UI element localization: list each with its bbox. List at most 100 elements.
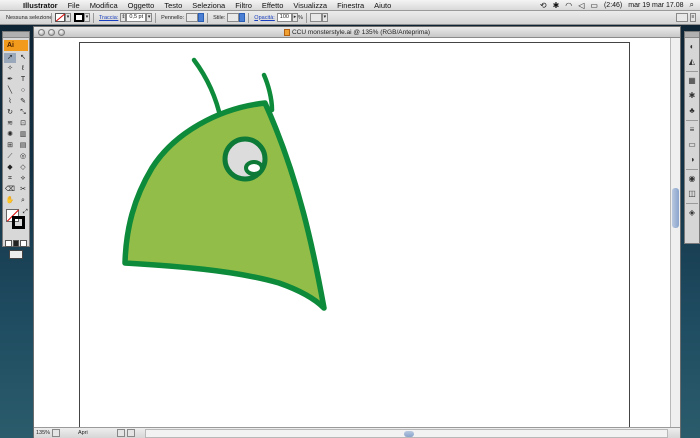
close-button[interactable] bbox=[38, 29, 45, 36]
document-title-bar[interactable]: CCU monsterstyle.ai @ 135% (RGB/Anteprim… bbox=[34, 27, 680, 38]
dock-grip[interactable] bbox=[685, 32, 699, 38]
stroke-weight-field[interactable]: 0,5 pt bbox=[126, 13, 147, 22]
zoom-button[interactable] bbox=[58, 29, 65, 36]
time-machine-icon[interactable]: ⟲ bbox=[540, 1, 547, 10]
eyedropper-tool-icon[interactable]: ⟋ bbox=[4, 152, 16, 162]
divider bbox=[305, 12, 307, 23]
horizontal-scroll-thumb[interactable] bbox=[404, 430, 414, 437]
ellipse-tool-icon[interactable]: ○ bbox=[17, 86, 29, 96]
scissors-tool-icon[interactable]: ✂ bbox=[17, 185, 29, 195]
zoom-dropdown[interactable] bbox=[52, 429, 60, 437]
live-paint-tool-icon[interactable]: ◆ bbox=[4, 163, 16, 173]
pencil-tool-icon[interactable]: ✎ bbox=[17, 97, 29, 107]
style-dropdown[interactable] bbox=[239, 13, 246, 22]
brush-picker[interactable] bbox=[186, 13, 199, 22]
warp-tool-icon[interactable]: ≋ bbox=[4, 119, 16, 129]
stroke-dropdown[interactable]: ▾ bbox=[84, 13, 90, 22]
menu-testo[interactable]: Testo bbox=[159, 1, 187, 10]
graphic-styles-icon[interactable]: ◫ bbox=[686, 188, 698, 200]
gradient-mode-icon[interactable] bbox=[12, 240, 20, 247]
sync-icon[interactable]: ✱ bbox=[553, 1, 560, 10]
direct-selection-tool-icon[interactable]: ↖ bbox=[17, 53, 29, 63]
swatches-icon[interactable]: ▦ bbox=[686, 75, 698, 87]
transparency-panel-icon[interactable]: ◑ bbox=[686, 154, 698, 166]
vertical-scroll-thumb[interactable] bbox=[672, 188, 679, 228]
fill-swatch[interactable] bbox=[55, 13, 65, 22]
status-dropdown[interactable] bbox=[117, 429, 125, 437]
menu-modifica[interactable]: Modifica bbox=[85, 1, 123, 10]
monster-artwork[interactable] bbox=[34, 38, 680, 427]
battery-icon[interactable]: ▭ bbox=[590, 1, 598, 10]
stroke-panel-icon[interactable]: ≡ bbox=[686, 124, 698, 136]
paintbrush-tool-icon[interactable]: ⌇ bbox=[4, 97, 16, 107]
menu-finestra[interactable]: Finestra bbox=[332, 1, 369, 10]
pen-tool-icon[interactable]: ✒ bbox=[4, 75, 16, 85]
gradient-panel-icon[interactable]: ▭ bbox=[686, 139, 698, 151]
scale-tool-icon[interactable]: ⤡ bbox=[17, 108, 29, 118]
transform-dropdown[interactable]: ▾ bbox=[321, 13, 328, 22]
transform-panel-button[interactable] bbox=[309, 13, 322, 22]
stroke-swatch[interactable] bbox=[74, 13, 84, 22]
brushes-icon[interactable]: ✱ bbox=[686, 90, 698, 102]
menu-oggetto[interactable]: Oggetto bbox=[123, 1, 160, 10]
layers-panel-icon[interactable]: ◈ bbox=[686, 207, 698, 219]
stroke-weight-dropdown[interactable]: ▾ bbox=[146, 13, 153, 22]
graph-tool-icon[interactable]: ▥ bbox=[17, 130, 29, 140]
panel-menu-icon[interactable]: ≡ bbox=[690, 13, 696, 22]
stroke-panel-link[interactable]: Traccia: bbox=[99, 15, 118, 21]
wifi-icon[interactable]: ◠ bbox=[565, 1, 572, 10]
free-transform-tool-icon[interactable]: ⊡ bbox=[17, 119, 29, 129]
volume-icon[interactable]: ◁ bbox=[578, 1, 584, 10]
canvas[interactable] bbox=[34, 38, 680, 427]
brush-dropdown[interactable] bbox=[198, 13, 205, 22]
color-guide-icon[interactable]: ◭ bbox=[686, 56, 698, 68]
opacity-field[interactable]: 100 bbox=[276, 13, 292, 22]
opacity-panel-link[interactable]: Opacità: bbox=[254, 15, 274, 21]
rotate-tool-icon[interactable]: ↻ bbox=[4, 108, 16, 118]
menu-aiuto[interactable]: Aiuto bbox=[369, 1, 396, 10]
magic-wand-tool-icon[interactable]: ✧ bbox=[4, 64, 16, 74]
menu-seleziona[interactable]: Seleziona bbox=[187, 1, 230, 10]
zoom-tool-icon[interactable]: ⌕ bbox=[17, 196, 29, 206]
menu-file[interactable]: File bbox=[63, 1, 85, 10]
selection-tool-icon[interactable]: ➚ bbox=[4, 53, 16, 63]
vertical-scrollbar[interactable] bbox=[670, 38, 680, 427]
minimize-button[interactable] bbox=[48, 29, 55, 36]
hand-tool-icon[interactable]: ✋ bbox=[4, 196, 16, 206]
lasso-tool-icon[interactable]: ℓ bbox=[17, 64, 29, 74]
zoom-level[interactable]: 135% bbox=[34, 430, 52, 436]
appearance-panel-icon[interactable]: ◉ bbox=[686, 173, 698, 185]
mesh-tool-icon[interactable]: ⊞ bbox=[4, 141, 16, 151]
screen-mode-icon[interactable] bbox=[9, 250, 23, 259]
live-paint-selection-tool-icon[interactable]: ◇ bbox=[17, 163, 29, 173]
battery-time[interactable]: (2:46) bbox=[604, 2, 622, 9]
menu-clock[interactable]: mar 19 mar 17.08 bbox=[628, 2, 683, 9]
symbol-sprayer-tool-icon[interactable]: ✺ bbox=[4, 130, 16, 140]
color-mode-icon[interactable] bbox=[5, 240, 12, 247]
swap-fill-stroke-icon[interactable]: ⤢ bbox=[23, 209, 28, 216]
tools-panel-grip[interactable] bbox=[3, 32, 29, 38]
menu-app-name[interactable]: Illustrator bbox=[18, 1, 63, 10]
status-menu-icon[interactable] bbox=[127, 429, 135, 437]
color-panel-icon[interactable]: ◐ bbox=[686, 41, 698, 53]
none-mode-icon[interactable] bbox=[20, 240, 28, 247]
menu-filtro[interactable]: Filtro bbox=[230, 1, 257, 10]
spotlight-icon[interactable]: ⌕ bbox=[690, 0, 694, 10]
eraser-tool-icon[interactable]: ⌫ bbox=[4, 185, 16, 195]
style-label: Stile: bbox=[213, 14, 226, 21]
type-tool-icon[interactable]: T bbox=[17, 75, 29, 85]
style-picker[interactable] bbox=[227, 13, 240, 22]
horizontal-scrollbar[interactable] bbox=[145, 428, 668, 438]
status-text[interactable]: Apri bbox=[62, 430, 117, 436]
gradient-tool-icon[interactable]: ▤ bbox=[17, 141, 29, 151]
menu-effetto[interactable]: Effetto bbox=[257, 1, 289, 10]
menu-visualizza[interactable]: Visualizza bbox=[288, 1, 332, 10]
blend-tool-icon[interactable]: ◎ bbox=[17, 152, 29, 162]
fill-dropdown[interactable]: ▾ bbox=[65, 13, 71, 22]
line-tool-icon[interactable]: ╲ bbox=[4, 86, 16, 96]
crop-tool-icon[interactable]: ⌗ bbox=[4, 174, 16, 184]
symbols-icon[interactable]: ♣ bbox=[686, 105, 698, 117]
slice-tool-icon[interactable]: ⟡ bbox=[17, 174, 29, 184]
stroke-color-swatch[interactable] bbox=[12, 216, 25, 229]
workspace-button[interactable] bbox=[676, 13, 688, 22]
